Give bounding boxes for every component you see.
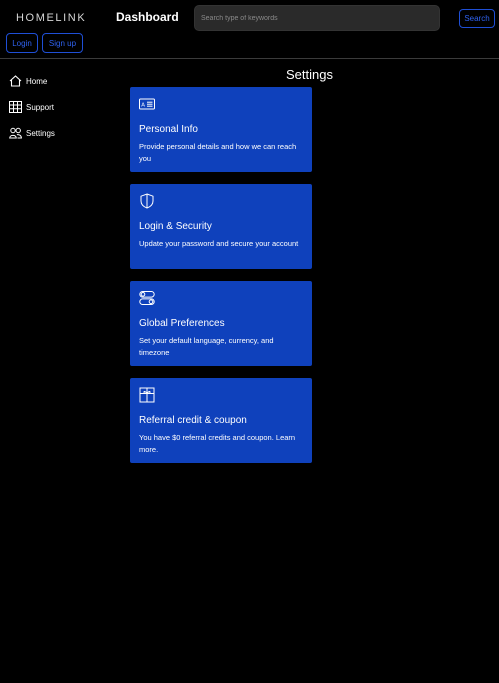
sidebar: Home Support Settings — [8, 68, 108, 146]
sidebar-item-settings[interactable]: Settings — [8, 120, 108, 146]
global-preferences-card[interactable]: Global Preferences Set your default lang… — [130, 281, 312, 366]
card-description: You have $0 referral credits and coupon.… — [139, 433, 296, 454]
signup-button[interactable]: Sign up — [42, 33, 83, 53]
header-divider — [0, 58, 499, 59]
id-card-icon: A — [139, 96, 155, 112]
sidebar-item-label: Settings — [26, 128, 55, 138]
people-icon — [8, 126, 22, 140]
card-description: Provide personal details and how we can … — [139, 142, 297, 163]
sidebar-item-home[interactable]: Home — [8, 68, 108, 94]
login-security-card[interactable]: Login & Security Update your password an… — [130, 184, 312, 269]
personal-info-card[interactable]: A Personal Info Provide personal details… — [130, 87, 312, 172]
search-input[interactable] — [195, 6, 439, 30]
home-icon — [8, 74, 22, 88]
search-button[interactable]: Search — [459, 9, 495, 28]
svg-text:A: A — [141, 103, 145, 109]
card-title: Personal Info — [139, 124, 198, 135]
card-title: Login & Security — [139, 221, 212, 232]
card-description: Update your password and secure your acc… — [139, 239, 299, 248]
shield-icon — [139, 193, 155, 209]
card-title: Referral credit & coupon — [139, 415, 247, 426]
sidebar-item-label: Support — [26, 102, 55, 112]
card-title: Global Preferences — [139, 318, 225, 329]
homelink-logo[interactable]: HOMELINK — [16, 12, 86, 24]
dashboard-title: Dashboard — [116, 10, 179, 24]
toggles-icon — [139, 290, 155, 306]
card-description: Set your default language, currency, and… — [139, 336, 274, 357]
page-title: Settings — [286, 67, 333, 82]
login-button[interactable]: Login — [6, 33, 38, 53]
sidebar-item-support[interactable]: Support — [8, 94, 108, 120]
referral-credit-card[interactable]: Referral credit & coupon You have $0 ref… — [130, 378, 312, 463]
sidebar-item-label: Home — [26, 76, 48, 86]
table-icon — [8, 100, 22, 114]
gift-icon — [139, 387, 155, 403]
search-field[interactable] — [194, 5, 440, 31]
